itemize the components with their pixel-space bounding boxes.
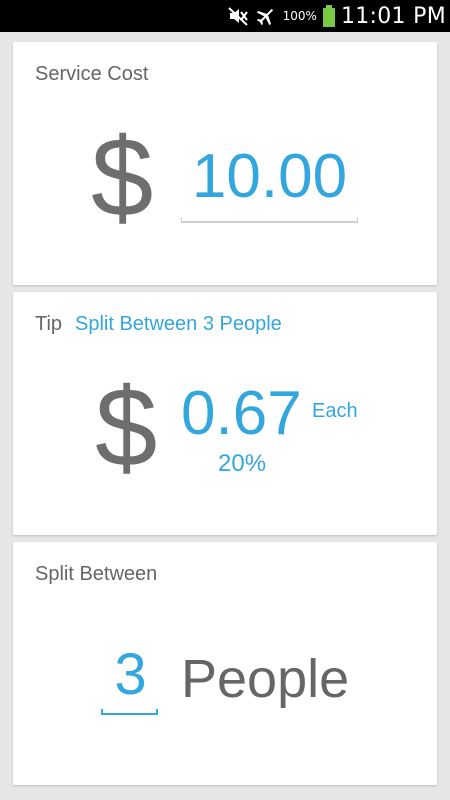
each-label: Each (312, 400, 358, 422)
service-cost-input-underline (181, 217, 358, 223)
mute-icon (227, 5, 249, 27)
status-bar: 100% 11:01 PM (0, 0, 450, 32)
tip-card: Tip Split Between 3 People $ 0.67 Each 2… (13, 292, 437, 535)
status-icons: 100% 11:01 PM (227, 0, 446, 32)
airplane-icon (255, 5, 277, 27)
service-cost-title: Service Cost (35, 63, 149, 85)
split-between-title: Split Between (35, 563, 158, 585)
tip-amount: 0.67 (181, 379, 302, 448)
tip-title: Tip (35, 313, 63, 335)
battery-icon (322, 5, 335, 27)
dollar-sign: $ (95, 365, 158, 490)
people-count-input[interactable] (103, 640, 158, 708)
battery-percent: 100% (282, 9, 317, 23)
split-between-card: Split Between People (13, 542, 437, 785)
people-count-underline (101, 709, 158, 715)
tip-split-text: Split Between 3 People (75, 313, 282, 335)
dollar-sign: $ (91, 115, 154, 240)
people-label: People (181, 649, 350, 709)
service-cost-input[interactable] (181, 140, 358, 212)
clock: 11:01 PM (340, 3, 446, 29)
tip-percent-selector[interactable]: 20% (218, 450, 266, 478)
service-cost-card: Service Cost $ (13, 42, 437, 285)
